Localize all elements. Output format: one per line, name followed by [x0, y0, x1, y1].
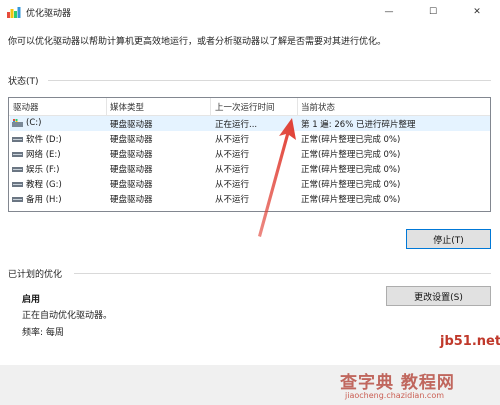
last-run: 从不运行 [215, 135, 250, 145]
minimize-icon: — [384, 7, 394, 17]
status-section-label: 状态(T) [8, 77, 39, 87]
drive-list-header: 驱动器 媒体类型 上一次运行时间 当前状态 [9, 98, 490, 116]
drive-icon [12, 152, 23, 157]
last-run: 从不运行 [215, 165, 250, 175]
column-header-media[interactable]: 媒体类型 [110, 101, 144, 113]
watermark-url: jiaocheng.chazidian.com [345, 391, 445, 400]
last-run: 正在运行... [215, 120, 258, 130]
watermark-site: jb51.net [440, 334, 500, 349]
close-icon: ✕ [473, 7, 481, 17]
current-status: 正常(碎片整理已完成 0%) [301, 150, 401, 160]
intro-text: 你可以优化驱动器以帮助计算机更高效地运行，或者分析驱动器以了解是否需要对其进行优… [8, 37, 387, 47]
drive-row-g[interactable]: 教程 (G:) 硬盘驱动器 从不运行 正常(碎片整理已完成 0%) [10, 176, 490, 191]
scheduled-divider [74, 273, 491, 274]
schedule-frequency: 频率: 每周 [22, 328, 64, 338]
last-run: 从不运行 [215, 195, 250, 205]
media-type: 硬盘驱动器 [110, 165, 153, 175]
drive-icon [12, 167, 23, 172]
schedule-detail: 正在自动优化驱动器。 [22, 311, 113, 321]
media-type: 硬盘驱动器 [110, 120, 153, 130]
current-status: 第 1 遍: 26% 已进行碎片整理 [301, 120, 416, 130]
column-header-status[interactable]: 当前状态 [301, 101, 335, 113]
close-button[interactable]: ✕ [455, 0, 499, 24]
media-type: 硬盘驱动器 [110, 180, 153, 190]
current-status: 正常(碎片整理已完成 0%) [301, 165, 401, 175]
last-run: 从不运行 [215, 150, 250, 160]
title-bar: 优化驱动器 — ☐ ✕ [0, 0, 500, 28]
system-drive-icon [12, 119, 23, 127]
drive-name: 教程 (G:) [26, 180, 62, 190]
window-title: 优化驱动器 [26, 9, 72, 19]
drive-name: 备用 (H:) [26, 195, 62, 205]
drive-icon [12, 197, 23, 202]
media-type: 硬盘驱动器 [110, 135, 153, 145]
drive-name: 网络 (E:) [26, 150, 61, 160]
media-type: 硬盘驱动器 [110, 195, 153, 205]
media-type: 硬盘驱动器 [110, 150, 153, 160]
maximize-button[interactable]: ☐ [411, 0, 455, 24]
drive-icon [12, 182, 23, 187]
drive-icon [12, 137, 23, 142]
minimize-button[interactable]: — [367, 0, 411, 24]
column-separator[interactable] [210, 98, 211, 115]
current-status: 正常(碎片整理已完成 0%) [301, 195, 401, 205]
scheduled-section-label: 已计划的优化 [8, 270, 63, 280]
column-separator[interactable] [297, 98, 298, 115]
drive-row-f[interactable]: 娱乐 (F:) 硬盘驱动器 从不运行 正常(碎片整理已完成 0%) [10, 161, 490, 176]
column-header-drive[interactable]: 驱动器 [13, 101, 39, 113]
maximize-icon: ☐ [428, 7, 438, 17]
column-separator[interactable] [106, 98, 107, 115]
drive-name: 软件 (D:) [26, 135, 62, 145]
drive-row-h[interactable]: 备用 (H:) 硬盘驱动器 从不运行 正常(碎片整理已完成 0%) [10, 191, 490, 206]
column-header-last-run[interactable]: 上一次运行时间 [215, 101, 275, 113]
last-run: 从不运行 [215, 180, 250, 190]
current-status: 正常(碎片整理已完成 0%) [301, 135, 401, 145]
change-settings-button[interactable]: 更改设置(S) [386, 286, 491, 306]
stop-button[interactable]: 停止(T) [406, 229, 491, 249]
schedule-state: 启用 [22, 295, 41, 305]
drive-row-d[interactable]: 软件 (D:) 硬盘驱动器 从不运行 正常(碎片整理已完成 0%) [10, 131, 490, 146]
drive-list[interactable]: 驱动器 媒体类型 上一次运行时间 当前状态 (C:) 硬盘驱动器 正在运行...… [8, 97, 491, 212]
status-divider [48, 80, 491, 81]
drive-row-c[interactable]: (C:) 硬盘驱动器 正在运行... 第 1 遍: 26% 已进行碎片整理 [10, 116, 490, 131]
drive-name: (C:) [26, 118, 42, 128]
drive-name: 娱乐 (F:) [26, 165, 60, 175]
watermark-cn: 查字典 教程网 [340, 373, 455, 393]
current-status: 正常(碎片整理已完成 0%) [301, 180, 401, 190]
app-icon [7, 7, 21, 18]
defrag-window: 优化驱动器 — ☐ ✕ 你可以优化驱动器以帮助计算机更高效地运行，或者分析驱动器… [0, 0, 500, 405]
drive-row-e[interactable]: 网络 (E:) 硬盘驱动器 从不运行 正常(碎片整理已完成 0%) [10, 146, 490, 161]
